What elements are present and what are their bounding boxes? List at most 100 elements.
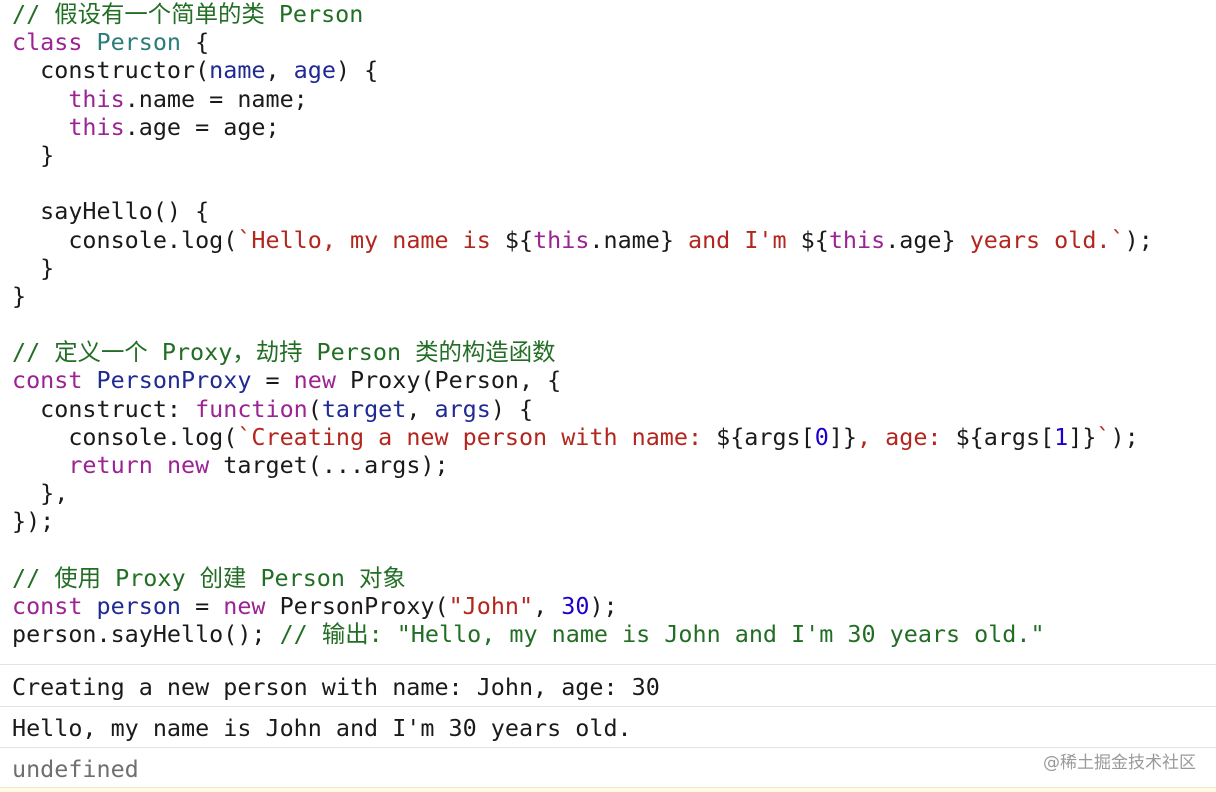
code-identifier: PersonProxy bbox=[96, 366, 252, 395]
code-text: ${ bbox=[800, 225, 829, 254]
code-keyword: class bbox=[12, 28, 83, 57]
code-text: person.sayHello(); bbox=[12, 620, 280, 649]
code-string: years old.` bbox=[955, 225, 1125, 254]
code-keyword: this bbox=[68, 112, 125, 141]
code-line: } bbox=[12, 254, 1208, 282]
code-line: // 假设有一个简单的类 Person bbox=[12, 0, 1208, 28]
code-line: this.age = age; bbox=[12, 113, 1208, 141]
code-text: , bbox=[533, 591, 562, 620]
code-text: { bbox=[181, 28, 210, 57]
code-line: constructor(name, age) { bbox=[12, 56, 1208, 84]
code-text: } bbox=[12, 253, 55, 282]
code-comment: // 假设有一个简单的类 Person bbox=[12, 0, 364, 28]
code-keyword: const bbox=[12, 591, 83, 620]
code-text: .name} bbox=[589, 225, 674, 254]
code-comment: // 输出: "Hello, my name is John and I'm 3… bbox=[279, 620, 1045, 649]
code-keyword: this bbox=[68, 84, 125, 113]
code-line: }, bbox=[12, 479, 1208, 507]
code-text: ); bbox=[1110, 422, 1139, 451]
code-text: = bbox=[181, 591, 224, 620]
code-line: person.sayHello(); // 输出: "Hello, my nam… bbox=[12, 620, 1208, 648]
code-text: } bbox=[12, 140, 55, 169]
code-keyword: new bbox=[293, 366, 336, 395]
code-number: 30 bbox=[561, 591, 590, 620]
code-text: .age} bbox=[885, 225, 956, 254]
code-line: } bbox=[12, 141, 1208, 169]
console-return-value: undefined bbox=[0, 747, 1216, 787]
code-text: construct: bbox=[12, 394, 196, 423]
code-keyword: new bbox=[166, 451, 210, 479]
code-text: Proxy(Person, { bbox=[335, 366, 562, 395]
code-line: } bbox=[12, 282, 1208, 310]
code-line: const PersonProxy = new Proxy(Person, { bbox=[12, 366, 1208, 394]
code-text: = bbox=[251, 366, 294, 395]
code-text: ${args[ bbox=[716, 422, 815, 451]
code-string: "John" bbox=[448, 591, 534, 620]
code-text: ${args[ bbox=[955, 422, 1055, 451]
code-text: .age = age; bbox=[124, 112, 280, 141]
code-keyword: new bbox=[223, 591, 266, 620]
code-text: console.log( bbox=[12, 225, 238, 254]
code-line: console.log(`Creating a new person with … bbox=[12, 423, 1208, 451]
code-text: constructor( bbox=[12, 56, 210, 85]
code-text: ); bbox=[1124, 225, 1153, 254]
code-string: `Creating a new person with name: bbox=[237, 422, 717, 451]
code-line: console.log(`Hello, my name is ${this.na… bbox=[12, 226, 1208, 254]
code-text: } bbox=[12, 281, 27, 310]
code-text: }, bbox=[12, 479, 69, 508]
code-text: PersonProxy( bbox=[265, 591, 449, 620]
code-number: 0 bbox=[814, 422, 829, 451]
code-keyword: const bbox=[12, 366, 83, 395]
code-keyword: return bbox=[68, 451, 153, 479]
code-text: ]} bbox=[1068, 422, 1097, 451]
code-line: construct: function(target, args) { bbox=[12, 395, 1208, 423]
code-identifier: person bbox=[96, 591, 182, 620]
code-text: ); bbox=[589, 591, 618, 620]
code-text: , bbox=[265, 56, 294, 85]
code-text: ) { bbox=[335, 56, 379, 85]
code-keyword: this bbox=[828, 225, 886, 254]
code-comment: // 定义一个 Proxy，劫持 Person 类的构造函数 bbox=[12, 338, 556, 367]
console-output-line: Creating a new person with name: John, a… bbox=[0, 664, 1216, 706]
code-text: , bbox=[406, 394, 435, 423]
code-string: ` bbox=[1096, 422, 1111, 451]
code-text: target(...args); bbox=[209, 451, 449, 479]
code-editor[interactable]: // 假设有一个简单的类 Person class Person { constr… bbox=[12, 0, 1208, 648]
code-line: class Person { bbox=[12, 28, 1208, 56]
code-comment: // 使用 Proxy 创建 Person 对象 bbox=[12, 563, 406, 592]
code-number: 1 bbox=[1054, 422, 1069, 451]
code-line: }); bbox=[12, 507, 1208, 535]
code-identifier: age bbox=[293, 56, 336, 85]
code-text: sayHello() { bbox=[12, 197, 210, 226]
code-text: ( bbox=[307, 394, 322, 423]
code-string: , age: bbox=[856, 422, 956, 451]
code-text: ) { bbox=[490, 394, 534, 423]
code-keyword: this bbox=[533, 225, 590, 254]
code-line: const person = new PersonProxy("John", 3… bbox=[12, 592, 1208, 620]
code-text: .name = name; bbox=[124, 84, 308, 113]
code-identifier: target bbox=[321, 394, 407, 423]
code-line: return new target(...args); bbox=[12, 451, 1208, 479]
code-line: this.name = name; bbox=[12, 85, 1208, 113]
code-string: `Hello, my name is bbox=[237, 225, 505, 254]
code-line: // 定义一个 Proxy，劫持 Person 类的构造函数 bbox=[12, 338, 1208, 366]
console-prompt[interactable] bbox=[0, 787, 1216, 792]
code-line: // 使用 Proxy 创建 Person 对象 bbox=[12, 564, 1208, 592]
code-identifier: args bbox=[434, 394, 491, 423]
code-text: }); bbox=[12, 507, 55, 536]
code-text: ${ bbox=[504, 225, 534, 254]
code-text: console.log( bbox=[12, 422, 238, 451]
code-keyword: function bbox=[195, 394, 308, 423]
code-identifier: name bbox=[209, 56, 266, 85]
code-line: sayHello() { bbox=[12, 197, 1208, 225]
